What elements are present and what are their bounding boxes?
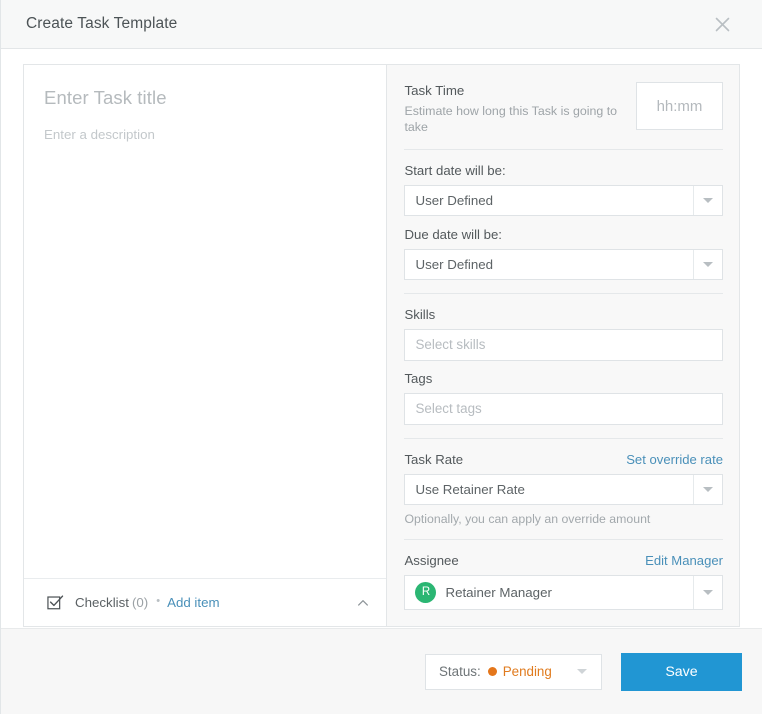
assignee-section: Assignee Edit Manager R Retainer Manager — [404, 553, 723, 610]
status-label: Status: — [439, 664, 481, 679]
edit-manager-link[interactable]: Edit Manager — [645, 553, 723, 568]
due-date-label: Due date will be: — [404, 226, 502, 242]
skills-input[interactable]: Select skills — [404, 328, 723, 361]
due-date-section: Due date will be: User Defined — [404, 227, 723, 280]
start-date-value: User Defined — [415, 192, 494, 208]
status-badge-dot — [487, 667, 497, 676]
modal-footer: Status: Pending Save — [1, 628, 762, 714]
divider — [404, 538, 723, 540]
divider — [404, 148, 723, 150]
divider — [404, 292, 723, 294]
task-time-section: Task Time Estimate how long this Task is… — [404, 79, 723, 136]
close-icon[interactable] — [708, 10, 736, 38]
status-select[interactable]: Status: Pending — [425, 653, 602, 690]
skills-label: Skills — [404, 306, 436, 322]
task-rate-select[interactable]: Use Retainer Rate — [404, 473, 723, 505]
task-rate-hint: Optionally, you can apply an override am… — [404, 511, 651, 526]
tags-section: Tags Select tags — [404, 371, 723, 425]
task-rate-label: Task Rate — [404, 451, 464, 467]
save-button[interactable]: Save — [621, 652, 742, 691]
tags-input[interactable]: Select tags — [404, 392, 723, 425]
chevron-down-icon — [693, 575, 722, 609]
task-text-area: Enter Task title Enter a description — [24, 65, 386, 578]
modal-header: Create Task Template — [1, 0, 762, 49]
task-rate-value: Use Retainer Rate — [415, 481, 525, 497]
chevron-down-icon — [693, 185, 722, 215]
assignee-select[interactable]: R Retainer Manager — [404, 574, 723, 610]
create-task-template-modal: Create Task Template Enter Task title En… — [0, 0, 762, 714]
page-title: Create Task Template — [26, 15, 178, 32]
set-override-rate-link[interactable]: Set override rate — [626, 452, 723, 467]
checklist-count: (0) — [131, 595, 149, 610]
task-time-text: Task Time Estimate how long this Task is… — [404, 82, 622, 136]
start-date-select[interactable]: User Defined — [404, 184, 723, 216]
tags-label: Tags — [404, 370, 433, 386]
divider — [404, 437, 723, 439]
chevron-down-icon — [577, 669, 587, 674]
due-date-select[interactable]: User Defined — [404, 248, 723, 280]
checklist-label: Checklist — [75, 595, 129, 610]
task-settings-pane: Task Time Estimate how long this Task is… — [386, 64, 740, 627]
task-time-input[interactable]: hh:mm — [636, 82, 723, 130]
status-value: Pending — [502, 664, 552, 679]
chevron-down-icon — [693, 249, 722, 279]
assignee-label: Assignee — [404, 552, 459, 568]
add-item-link[interactable]: Add item — [167, 595, 219, 610]
start-date-section: Start date will be: User Defined — [404, 163, 723, 216]
task-detail-pane: Enter Task title Enter a description Che… — [23, 64, 387, 627]
task-time-label: Task Time — [404, 83, 465, 98]
assignee-name: Retainer Manager — [445, 584, 552, 600]
checklist-check-icon — [47, 594, 75, 611]
task-rate-header: Task Rate Set override rate — [404, 452, 723, 467]
assignee-value-wrap: R Retainer Manager — [405, 581, 693, 603]
start-date-label: Start date will be: — [404, 162, 506, 178]
due-date-value: User Defined — [415, 256, 494, 272]
assignee-header: Assignee Edit Manager — [404, 553, 723, 568]
task-title-input[interactable]: Enter Task title — [44, 87, 366, 109]
task-rate-section: Task Rate Set override rate Use Retainer… — [404, 452, 723, 526]
skills-section: Skills Select skills — [404, 307, 723, 361]
chevron-down-icon — [693, 474, 722, 504]
task-description-input[interactable]: Enter a description — [44, 126, 366, 145]
chevron-up-icon[interactable] — [356, 596, 370, 610]
modal-body: Enter Task title Enter a description Che… — [1, 49, 762, 627]
avatar: R — [415, 581, 437, 603]
checklist-separator: • — [156, 595, 161, 607]
checklist-bar: Checklist (0) • Add item — [24, 578, 387, 626]
task-time-description: Estimate how long this Task is going to … — [404, 104, 618, 135]
